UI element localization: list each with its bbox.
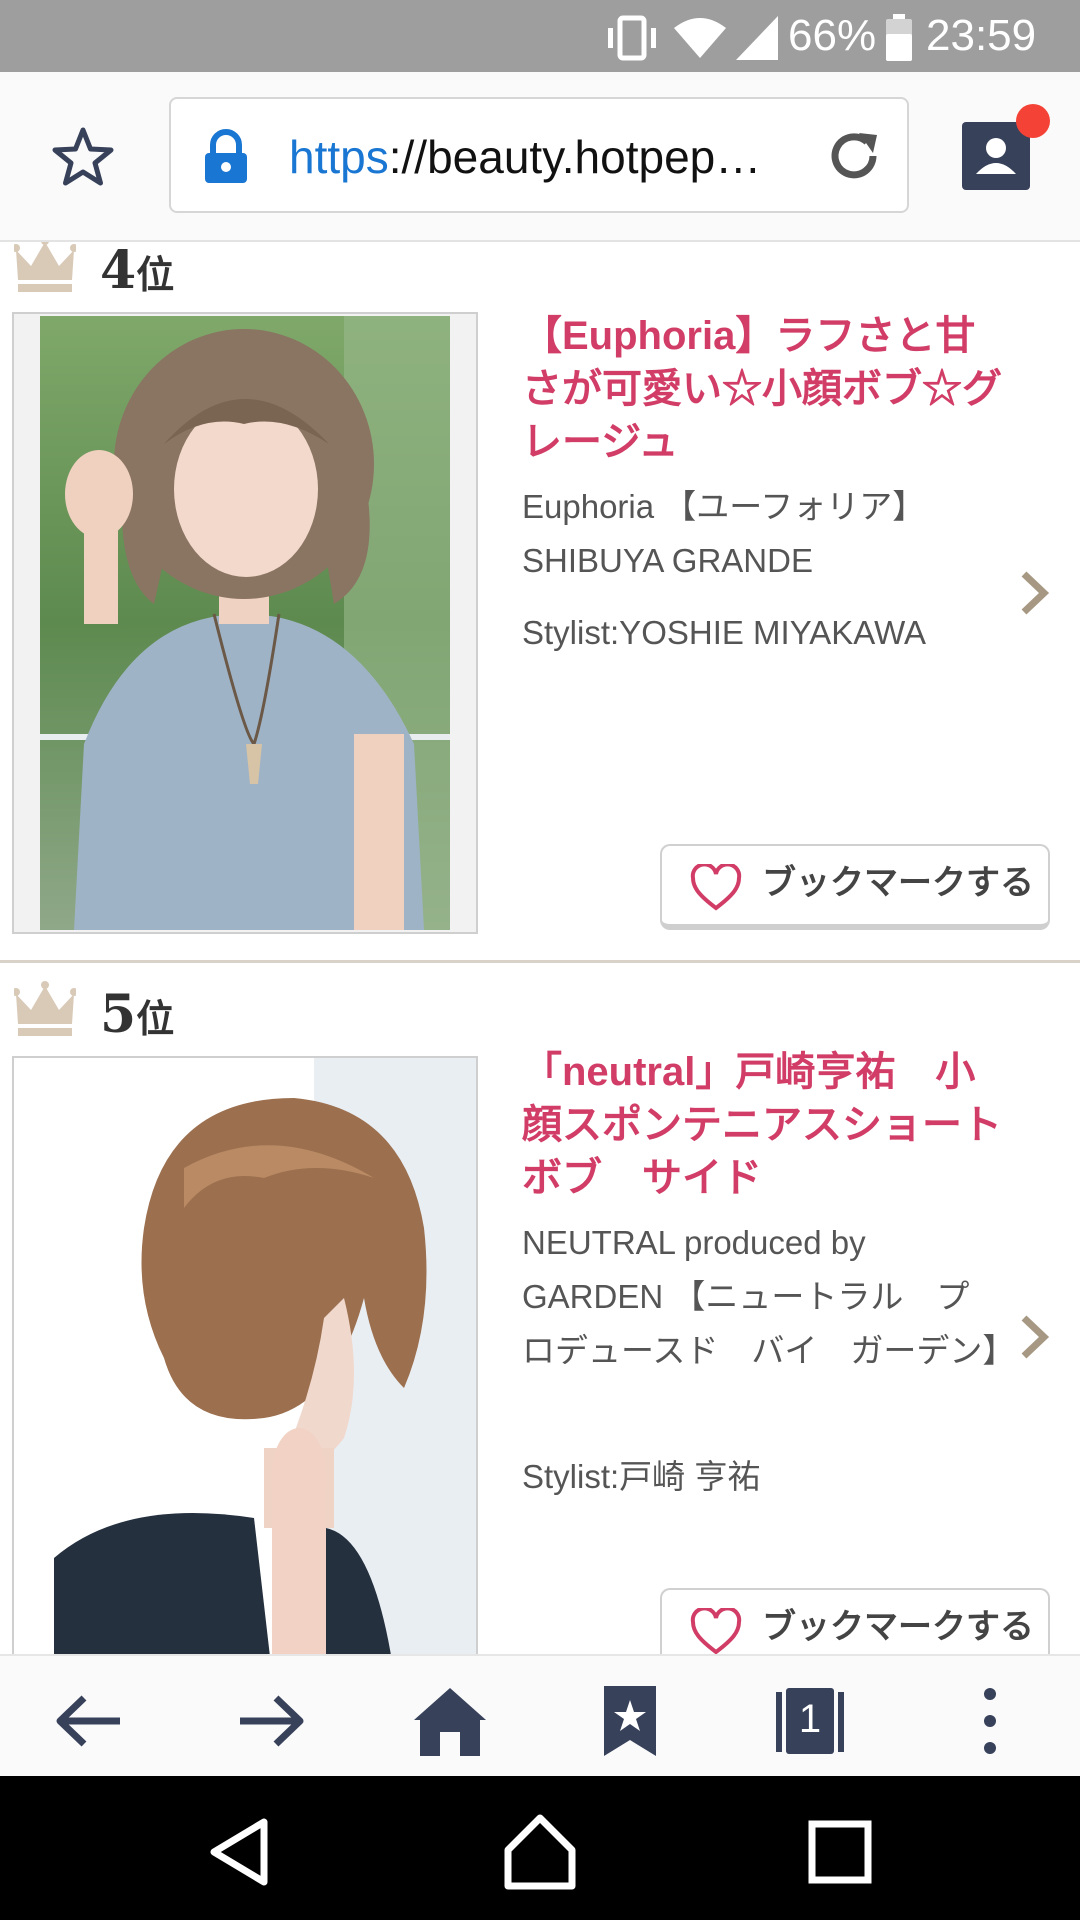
chevron-right-icon[interactable] [1018,568,1050,618]
lock-icon [205,129,247,183]
tabs-button[interactable]: 1 [770,1686,850,1756]
signal-icon [736,16,778,60]
bookmark-label: ブックマークする [762,864,1034,902]
url-scheme: https [289,131,389,183]
battery-icon [886,14,912,61]
notification-dot [1016,104,1050,138]
home-nav-icon[interactable] [500,1812,580,1892]
hairstyle-photo[interactable] [12,312,478,934]
hairstyle-photo[interactable] [12,1056,478,1654]
back-icon[interactable] [50,1686,130,1756]
recents-icon[interactable] [800,1812,880,1892]
url-text[interactable]: https://beauty.hotpep… [289,129,809,185]
chevron-right-icon[interactable] [1018,1312,1050,1362]
star-icon[interactable] [50,124,116,190]
stylist-name: Stylist:YOSHIE MIYAKAWA [522,614,927,651]
list-item[interactable]: 5位 「neutral」戸崎亨祐 小顔スポンテニアスショートボブ サイド NEU… [0,980,1080,1654]
forward-icon[interactable] [230,1686,310,1756]
bookmark-button[interactable]: ブックマークする [660,1588,1050,1654]
address-bar[interactable]: https://beauty.hotpep… [169,97,909,213]
more-icon[interactable] [950,1686,1030,1756]
salon-name: Euphoria 【ユーフォリア】SHIBUYA GRANDE [522,488,926,579]
browser-toolbar: https://beauty.hotpep… [0,72,1080,242]
tab-count: 1 [798,1697,822,1741]
stylist-name: Stylist:戸崎 亨祐 [522,1458,761,1495]
system-nav-bar [0,1776,1080,1920]
item-divider [0,960,1080,963]
bookmark-label: ブックマークする [762,1608,1034,1646]
crown-icon [14,981,76,1036]
rank-number: 4位 [100,242,175,301]
bookmarks-icon[interactable] [590,1686,670,1756]
url-host: ://beauty.hotpep… [388,131,762,183]
ranking-list: 4位 【Euphoria】ラフさと甘さが可愛い☆小顔ボブ☆グレージュ Eupho… [0,242,1080,1654]
list-item[interactable]: 4位 【Euphoria】ラフさと甘さが可愛い☆小顔ボブ☆グレージュ Eupho… [0,242,1080,962]
salon-name: NEUTRAL produced by GARDEN 【ニュートラル プロデュー… [522,1224,1016,1369]
heart-icon [690,864,742,911]
heart-icon [690,1608,742,1654]
battery-percent: 66% [788,11,877,60]
back-triangle-icon[interactable] [200,1812,280,1892]
wifi-icon [674,18,726,58]
style-title[interactable]: 「neutral」戸崎亨祐 小顔スポンテニアスショートボブ サイド [522,1046,1012,1205]
home-icon[interactable] [410,1686,490,1756]
rank-number: 5位 [100,984,175,1045]
reload-icon[interactable] [825,127,883,185]
bookmark-button[interactable]: ブックマークする [660,844,1050,930]
status-bar: 66% 23:59 [0,0,1080,72]
browser-bottom-bar: 1 [0,1654,1080,1778]
clock: 23:59 [926,11,1037,60]
style-title[interactable]: 【Euphoria】ラフさと甘さが可愛い☆小顔ボブ☆グレージュ [522,310,1012,469]
crown-icon [14,242,76,292]
account-button[interactable] [962,104,1050,190]
vibrate-icon [608,15,656,61]
